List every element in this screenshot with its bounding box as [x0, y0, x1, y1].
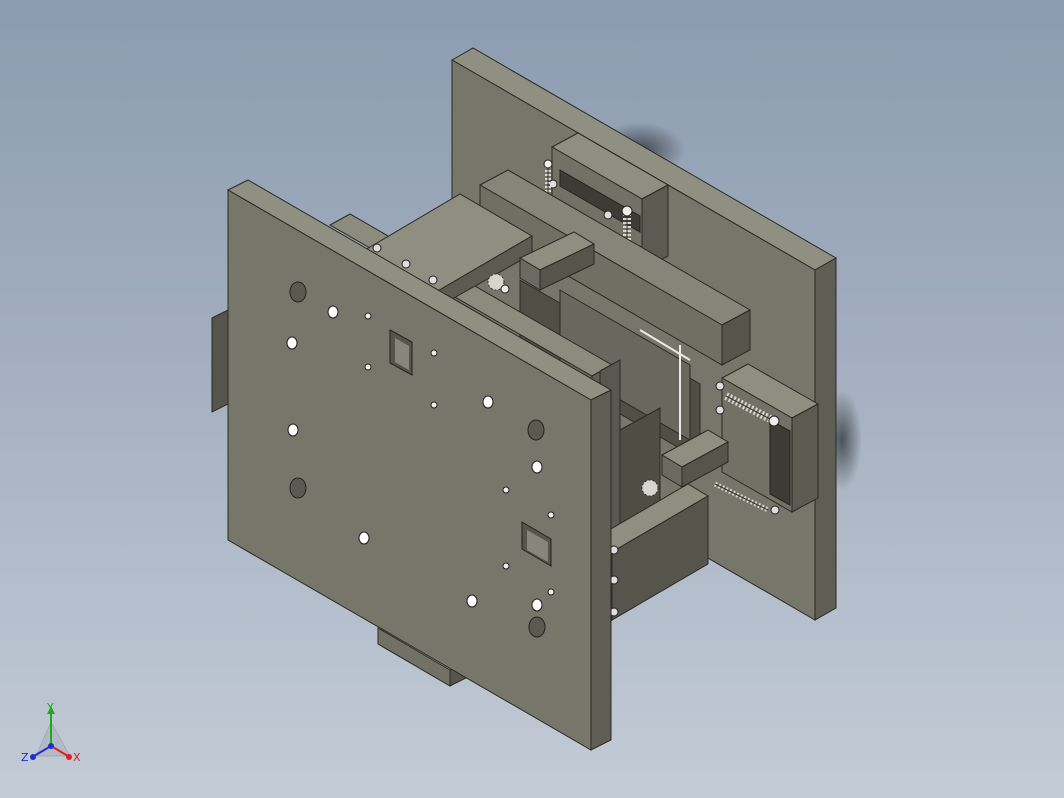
left-side-block[interactable] [211, 309, 229, 413]
orientation-triad: Y X Z [21, 701, 81, 764]
mold-assembly-model[interactable] [0, 0, 1064, 798]
x-axis-label: X [73, 751, 81, 764]
cad-viewport[interactable]: Y X Z [0, 0, 1064, 798]
z-axis-label: Z [21, 751, 29, 764]
y-axis-label: Y [46, 701, 54, 714]
x-axis-arrow-icon [66, 754, 72, 760]
z-axis-arrow-icon [30, 754, 36, 760]
